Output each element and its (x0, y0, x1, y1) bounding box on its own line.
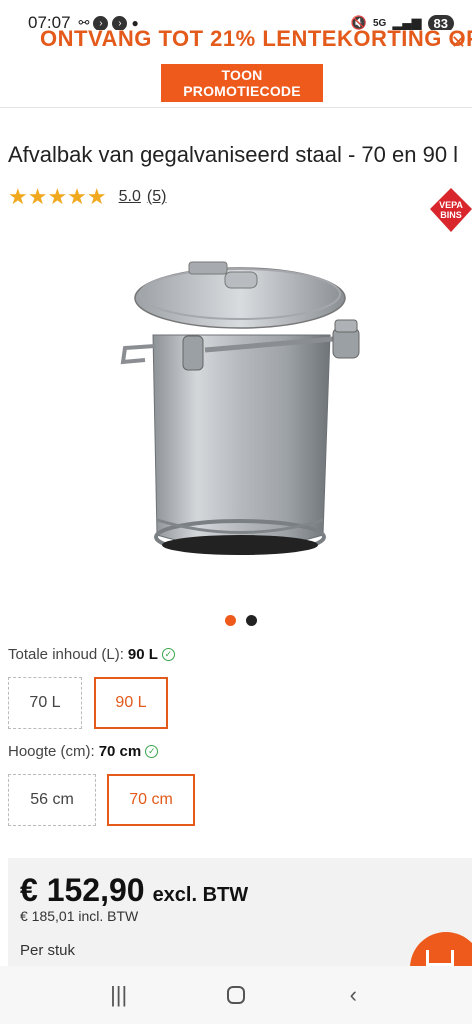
capacity-option-label: Totale inhoud (L): 90 L ✓ (8, 646, 175, 663)
network-label: 5G (372, 17, 387, 29)
back-icon[interactable]: ‹ (333, 975, 373, 1015)
show-promo-code-button[interactable]: TOON PROMOTIECODE (161, 64, 323, 102)
link-icon: ⚯ (78, 15, 90, 30)
carousel-dot[interactable] (225, 615, 236, 626)
star-rating-icon: ★★★★★ (8, 184, 107, 209)
height-option-label: Hoogte (cm): 70 cm ✓ (8, 743, 159, 760)
more-dot-icon: ● (131, 16, 139, 30)
capacity-option-70[interactable]: 70 L (8, 677, 82, 729)
per-unit-label: Per stuk (20, 942, 76, 959)
review-count[interactable]: (5) (147, 188, 167, 206)
promo-banner: ONTVANG TOT 21% LENTEKORTING OP ALLES! ✕… (0, 30, 472, 108)
price-incl-vat: € 185,01 incl. BTW (20, 908, 139, 924)
height-option-56[interactable]: 56 cm (8, 774, 96, 826)
price-panel: € 152,90 excl. BTW € 185,01 incl. BTW Pe… (8, 858, 472, 968)
battery-indicator: 83 (427, 14, 454, 32)
app-notification-icon: › (112, 15, 128, 31)
notification-icons: ⚯ › › ● (79, 15, 139, 31)
height-option-70[interactable]: 70 cm (107, 774, 195, 826)
system-nav-bar: ||| ‹ (0, 966, 472, 1024)
price-excl-vat-label: excl. BTW (152, 884, 249, 906)
capacity-option-90[interactable]: 90 L (94, 677, 168, 729)
app-notification-icon: › (93, 15, 109, 31)
cart-icon (426, 950, 454, 966)
home-icon[interactable] (216, 975, 256, 1015)
capacity-label: Totale inhoud (L): (8, 646, 124, 663)
brand-logo: VEPA BINS (430, 188, 472, 232)
price-excl-vat: € 152,90 (20, 872, 145, 908)
signal-icon: ▂▄▆ (392, 15, 422, 30)
check-circle-icon: ✓ (161, 648, 175, 661)
product-image[interactable] (115, 250, 365, 580)
capacity-selected-value: 90 L (127, 646, 158, 663)
carousel-dots (225, 615, 257, 626)
promo-text: ONTVANG TOT 21% LENTEKORTING OP ALLES! (40, 30, 472, 51)
recent-apps-icon[interactable]: ||| (99, 975, 139, 1015)
carousel-dot[interactable] (246, 615, 257, 626)
product-title: Afvalbak van gegalvaniseerd staal - 70 e… (8, 142, 459, 167)
height-label: Hoogte (cm): (8, 743, 95, 760)
svg-text:BINS: BINS (440, 210, 462, 220)
rating-value[interactable]: 5.0 (119, 188, 141, 206)
check-circle-icon: ✓ (145, 745, 159, 758)
price-main: € 152,90 excl. BTW (20, 872, 248, 909)
rating-row[interactable]: ★★★★★ 5.0 (5) (8, 184, 166, 210)
mute-icon: 🔇 (350, 15, 367, 30)
close-icon[interactable]: ✕ (451, 32, 466, 53)
svg-text:VEPA: VEPA (439, 200, 463, 210)
status-right: 🔇 5G ▂▄▆ 83 (350, 14, 454, 32)
height-selected-value: 70 cm (98, 743, 142, 760)
